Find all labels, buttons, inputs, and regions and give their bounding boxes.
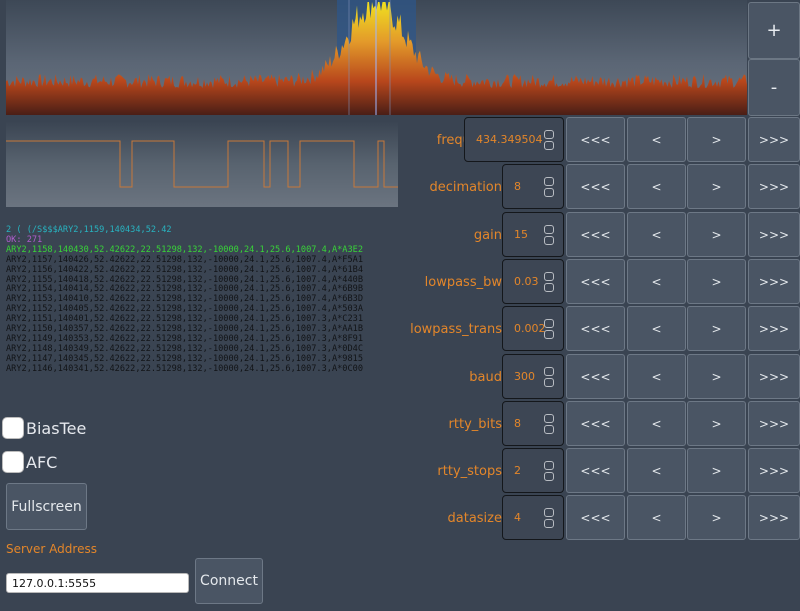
rtty-bits-value: 8 <box>514 417 521 430</box>
spectrum-display[interactable] <box>6 0 747 115</box>
lowpass-bw-fast-back-button[interactable]: <<< <box>566 259 625 304</box>
afc-checkbox[interactable] <box>2 451 24 473</box>
log-line: ARY2,1146,140341,52.42622,22.51298,132,-… <box>6 363 363 374</box>
spinner-icon[interactable] <box>544 318 554 339</box>
fullscreen-button[interactable]: Fullscreen <box>6 483 87 530</box>
rtty-bits-back-button[interactable]: < <box>627 401 686 446</box>
frequency-back-button[interactable]: < <box>627 117 686 162</box>
lowpass-bw-value: 0.03 <box>514 275 539 288</box>
lowpass-bw-forward-button[interactable]: > <box>687 259 746 304</box>
gain-label: gain <box>473 228 502 243</box>
lowpass-trans-fast-forward-button[interactable]: >>> <box>748 306 800 351</box>
lowpass-trans-forward-button[interactable]: > <box>687 306 746 351</box>
decimation-value: 8 <box>514 180 521 193</box>
zoom-in-button[interactable]: + <box>748 2 800 59</box>
datasize-spinbox[interactable]: 4 <box>502 495 564 540</box>
decimation-fast-back-button[interactable]: <<< <box>566 164 625 209</box>
rtty-bits-label: rtty_bits <box>448 417 502 432</box>
decimation-label: decimation <box>429 180 502 195</box>
datasize-fast-back-button[interactable]: <<< <box>566 495 625 540</box>
lowpass-trans-label: lowpass_trans <box>410 322 502 337</box>
biastee-label: BiasTee <box>26 418 87 438</box>
baud-back-button[interactable]: < <box>627 354 686 399</box>
afc-label: AFC <box>26 452 58 472</box>
biastee-checkbox[interactable] <box>2 417 24 439</box>
zoom-out-button[interactable]: - <box>748 59 800 116</box>
gain-spinbox[interactable]: 15 <box>502 212 564 257</box>
datasize-fast-forward-button[interactable]: >>> <box>748 495 800 540</box>
rtty-bits-fast-forward-button[interactable]: >>> <box>748 401 800 446</box>
decimation-back-button[interactable]: < <box>627 164 686 209</box>
rtty-stops-forward-button[interactable]: > <box>687 448 746 493</box>
frequency-fast-back-button[interactable]: <<< <box>566 117 625 162</box>
lowpass-bw-spinbox[interactable]: 0.03 <box>502 259 564 304</box>
spinner-icon[interactable] <box>544 507 554 528</box>
server-address-label: Server Address <box>6 542 97 556</box>
gain-value: 15 <box>514 228 528 241</box>
baud-label: baud <box>469 370 502 385</box>
frequency-value: 434.349504 <box>476 133 543 146</box>
rtty-stops-back-button[interactable]: < <box>627 448 686 493</box>
lowpass-bw-label: lowpass_bw <box>424 275 502 290</box>
spinner-icon[interactable] <box>544 460 554 481</box>
gain-fast-back-button[interactable]: <<< <box>566 212 625 257</box>
rtty-stops-value: 2 <box>514 464 521 477</box>
server-address-input[interactable] <box>6 573 189 593</box>
baud-fast-forward-button[interactable]: >>> <box>748 354 800 399</box>
lowpass-trans-fast-back-button[interactable]: <<< <box>566 306 625 351</box>
datasize-label: datasize <box>447 511 503 526</box>
baud-spinbox[interactable]: 300 <box>502 354 564 399</box>
baud-forward-button[interactable]: > <box>687 354 746 399</box>
decimation-forward-button[interactable]: > <box>687 164 746 209</box>
spinner-icon[interactable] <box>544 224 554 245</box>
datasize-forward-button[interactable]: > <box>687 495 746 540</box>
rtty-bits-fast-back-button[interactable]: <<< <box>566 401 625 446</box>
datasize-value: 4 <box>514 511 521 524</box>
decimation-spinbox[interactable]: 8 <box>502 164 564 209</box>
connect-button[interactable]: Connect <box>195 558 263 604</box>
rtty-stops-fast-back-button[interactable]: <<< <box>566 448 625 493</box>
frequency-fast-forward-button[interactable]: >>> <box>748 117 800 162</box>
frequency-spinbox[interactable]: 434.349504 <box>464 117 564 162</box>
lowpass-bw-back-button[interactable]: < <box>627 259 686 304</box>
spinner-icon[interactable] <box>544 413 554 434</box>
rtty-stops-fast-forward-button[interactable]: >>> <box>748 448 800 493</box>
gain-fast-forward-button[interactable]: >>> <box>748 212 800 257</box>
spinner-icon[interactable] <box>544 176 554 197</box>
biastee-toggle[interactable]: BiasTee <box>2 417 86 439</box>
spinner-icon[interactable] <box>544 271 554 292</box>
rtty-bits-forward-button[interactable]: > <box>687 401 746 446</box>
datasize-back-button[interactable]: < <box>627 495 686 540</box>
frequency-forward-button[interactable]: > <box>687 117 746 162</box>
gain-forward-button[interactable]: > <box>687 212 746 257</box>
gain-back-button[interactable]: < <box>627 212 686 257</box>
decimation-fast-forward-button[interactable]: >>> <box>748 164 800 209</box>
lowpass-trans-spinbox[interactable]: 0.002 <box>502 306 564 351</box>
lowpass-trans-value: 0.002 <box>514 322 546 335</box>
rtty-stops-label: rtty_stops <box>437 464 502 479</box>
rtty-stops-spinbox[interactable]: 2 <box>502 448 564 493</box>
lowpass-trans-back-button[interactable]: < <box>627 306 686 351</box>
telemetry-log: 2 ( (/S$$$ARY2,1159,140434,52.42 OK: 271… <box>6 225 406 375</box>
baud-fast-back-button[interactable]: <<< <box>566 354 625 399</box>
decoder-scope <box>6 121 398 207</box>
spinner-icon[interactable] <box>544 129 554 150</box>
baud-value: 300 <box>514 370 535 383</box>
log-raw-line: 2 ( (/S$$$ARY2,1159,140434,52.42 <box>6 225 172 235</box>
lowpass-bw-fast-forward-button[interactable]: >>> <box>748 259 800 304</box>
rtty-bits-spinbox[interactable]: 8 <box>502 401 564 446</box>
spinner-icon[interactable] <box>544 366 554 387</box>
afc-toggle[interactable]: AFC <box>2 451 57 473</box>
